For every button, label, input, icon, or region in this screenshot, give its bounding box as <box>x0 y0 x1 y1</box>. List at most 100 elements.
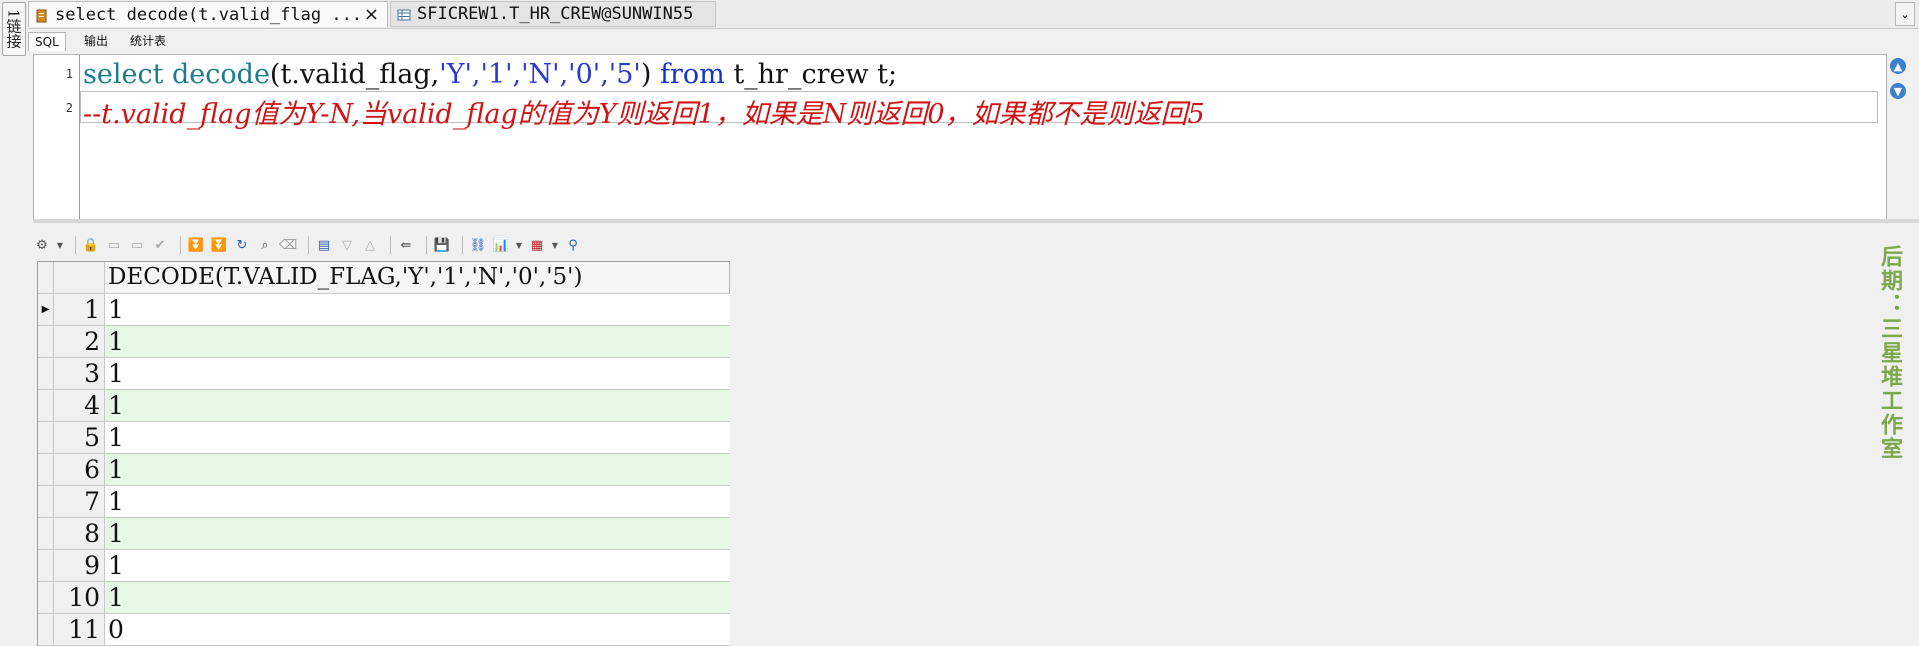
fetch-next-icon[interactable]: ⏬ <box>187 236 205 254</box>
connection-strip: 1链接 <box>0 0 28 635</box>
row-number: 1 <box>54 294 105 325</box>
grid-cell[interactable]: 1 <box>105 422 730 453</box>
table-row[interactable]: 11 0 <box>38 614 730 646</box>
export-icon[interactable]: ⇚ <box>397 236 415 254</box>
toolbar-divider <box>426 236 427 254</box>
table-row[interactable]: 61 <box>38 454 730 486</box>
grid-cell[interactable]: 1 <box>105 582 730 613</box>
editor-nav: ▲ ▼ <box>1890 58 1906 108</box>
grid-header-row: DECODE(T.VALID_FLAG,'Y','1','N','0','5') <box>38 261 730 294</box>
decode-open: (t.valid_flag, <box>269 59 440 90</box>
save-icon[interactable]: 💾 <box>433 236 451 254</box>
tab-list-dropdown[interactable]: ⌄ <box>1895 2 1915 26</box>
table-row[interactable]: 10 1 <box>38 582 730 614</box>
grid-cell[interactable]: 1 <box>105 550 730 581</box>
row-indicator-cell <box>38 614 54 645</box>
current-row-indicator-icon: ▶ <box>38 294 54 325</box>
tab-table-crew[interactable]: SFICREW1.T_HR_CREW@SUNWIN55 <box>390 1 716 27</box>
code-line-1[interactable]: select decode(t.valid_flag,'Y','1','N','… <box>83 59 897 90</box>
grid-cell[interactable]: 1 <box>105 326 730 357</box>
row-number: 10 <box>54 582 105 613</box>
row-indicator-cell <box>38 326 54 357</box>
tab-sql[interactable]: SQL <box>28 32 66 51</box>
chevron-down-icon[interactable]: ▼ <box>551 236 559 254</box>
table-row[interactable]: 41 <box>38 390 730 422</box>
row-indicator-cell <box>38 486 54 517</box>
clear-icon[interactable]: ⌫ <box>279 236 297 254</box>
tab-sql-query[interactable]: select decode(t.valid_flag ... × <box>28 1 388 27</box>
table-row[interactable]: ▶ 1 1 <box>38 294 730 326</box>
table-row[interactable]: 31 <box>38 358 730 390</box>
editor-subtabs: SQL 输出 统计表 <box>28 30 1919 52</box>
grid-cell[interactable]: 1 <box>105 390 730 421</box>
pane-splitter[interactable] <box>33 219 1919 223</box>
delete-record-icon[interactable]: ▭ <box>128 236 146 254</box>
refresh-icon[interactable]: ↻ <box>233 236 251 254</box>
grid-cell[interactable]: 0 <box>105 614 730 645</box>
decode-close: ) <box>640 59 652 90</box>
grid-cell[interactable]: 1 <box>105 358 730 389</box>
toolbar-divider <box>180 236 181 254</box>
row-number: 9 <box>54 550 105 581</box>
tab-sql-query-label: select decode(t.valid_flag ... <box>55 4 363 25</box>
line-number: 1 <box>65 67 73 81</box>
sort-desc-icon[interactable]: ▽ <box>338 236 356 254</box>
row-number: 2 <box>54 326 105 357</box>
chart-icon[interactable]: 📊 <box>492 236 510 254</box>
table-icon <box>397 7 411 21</box>
function-decode: decode <box>172 59 270 90</box>
toolbar-divider <box>390 236 391 254</box>
connection-tab[interactable]: 1链接 <box>2 2 26 56</box>
column-header[interactable]: DECODE(T.VALID_FLAG,'Y','1','N','0','5') <box>105 262 730 293</box>
table-row[interactable]: 71 <box>38 486 730 518</box>
close-icon[interactable]: × <box>364 4 379 25</box>
keyword-select: select <box>83 59 164 90</box>
single-record-view-icon[interactable]: ▤ <box>315 236 333 254</box>
line-number: 2 <box>65 101 73 115</box>
table-row[interactable]: 81 <box>38 518 730 550</box>
grid-cell[interactable]: 1 <box>105 294 730 325</box>
tab-output[interactable]: 输出 <box>78 32 114 50</box>
row-number: 3 <box>54 358 105 389</box>
filter-icon[interactable]: ⚲ <box>564 236 582 254</box>
table-grid-icon[interactable]: ▦ <box>528 236 546 254</box>
code-line-2-comment[interactable]: --t.valid_flag值为Y-N,当valid_flag的值为Y则返回1，… <box>80 91 1878 130</box>
grid-cell[interactable]: 1 <box>105 518 730 549</box>
arrow-up-icon[interactable]: ▲ <box>1890 58 1906 74</box>
line-number-gutter: 1 2 <box>34 55 80 219</box>
toolbar-divider <box>308 236 309 254</box>
row-number: 6 <box>54 454 105 485</box>
grid-options-icon[interactable]: ⚙ <box>33 236 51 254</box>
table-row[interactable]: 51 <box>38 422 730 454</box>
decode-args: 'Y','1','N','0','5' <box>439 59 641 90</box>
insert-record-icon[interactable]: ▭ <box>105 236 123 254</box>
row-number: 11 <box>54 614 105 645</box>
toolbar-divider <box>462 236 463 254</box>
row-indicator-cell <box>38 518 54 549</box>
row-indicator-cell <box>38 390 54 421</box>
lock-icon[interactable]: 🔒 <box>82 236 100 254</box>
table-row[interactable]: 21 <box>38 326 730 358</box>
row-number: 7 <box>54 486 105 517</box>
chevron-down-icon[interactable]: ▼ <box>515 236 523 254</box>
row-indicator-cell <box>38 550 54 581</box>
link-icon[interactable]: ⛓ <box>469 236 487 254</box>
sort-asc-icon[interactable]: △ <box>361 236 379 254</box>
watermark: 后期：三星堆工作室 <box>1877 245 1903 461</box>
fetch-all-icon[interactable]: ⏬ <box>210 236 228 254</box>
find-icon[interactable]: ⌕ <box>256 236 274 254</box>
grid-cell[interactable]: 1 <box>105 454 730 485</box>
table-row[interactable]: 91 <box>38 550 730 582</box>
post-changes-icon[interactable]: ✔ <box>151 236 169 254</box>
chevron-down-icon[interactable]: ▼ <box>56 236 64 254</box>
row-number: 8 <box>54 518 105 549</box>
grid-body: ▶ 1 1 2 1 3 1 4 1 5 1 6 1 7 1 8 1 9 1 10 1 11 0 <box>38 294 730 646</box>
sql-editor[interactable]: 1 2 select decode(t.valid_flag,'Y','1','… <box>33 54 1887 220</box>
row-indicator-cell <box>38 422 54 453</box>
arrow-down-icon[interactable]: ▼ <box>1890 83 1906 99</box>
tab-statistics[interactable]: 统计表 <box>124 32 172 50</box>
grid-toolbar: ⚙ ▼ 🔒 ▭ ▭ ✔ ⏬ ⏬ ↻ ⌕ ⌫ ▤ ▽ △ ⇚ 💾 ⛓ 📊 ▼ ▦ … <box>33 232 1893 258</box>
grid-cell[interactable]: 1 <box>105 486 730 517</box>
header-indicator-cell <box>38 262 54 293</box>
result-grid: DECODE(T.VALID_FLAG,'Y','1','N','0','5')… <box>37 261 730 646</box>
